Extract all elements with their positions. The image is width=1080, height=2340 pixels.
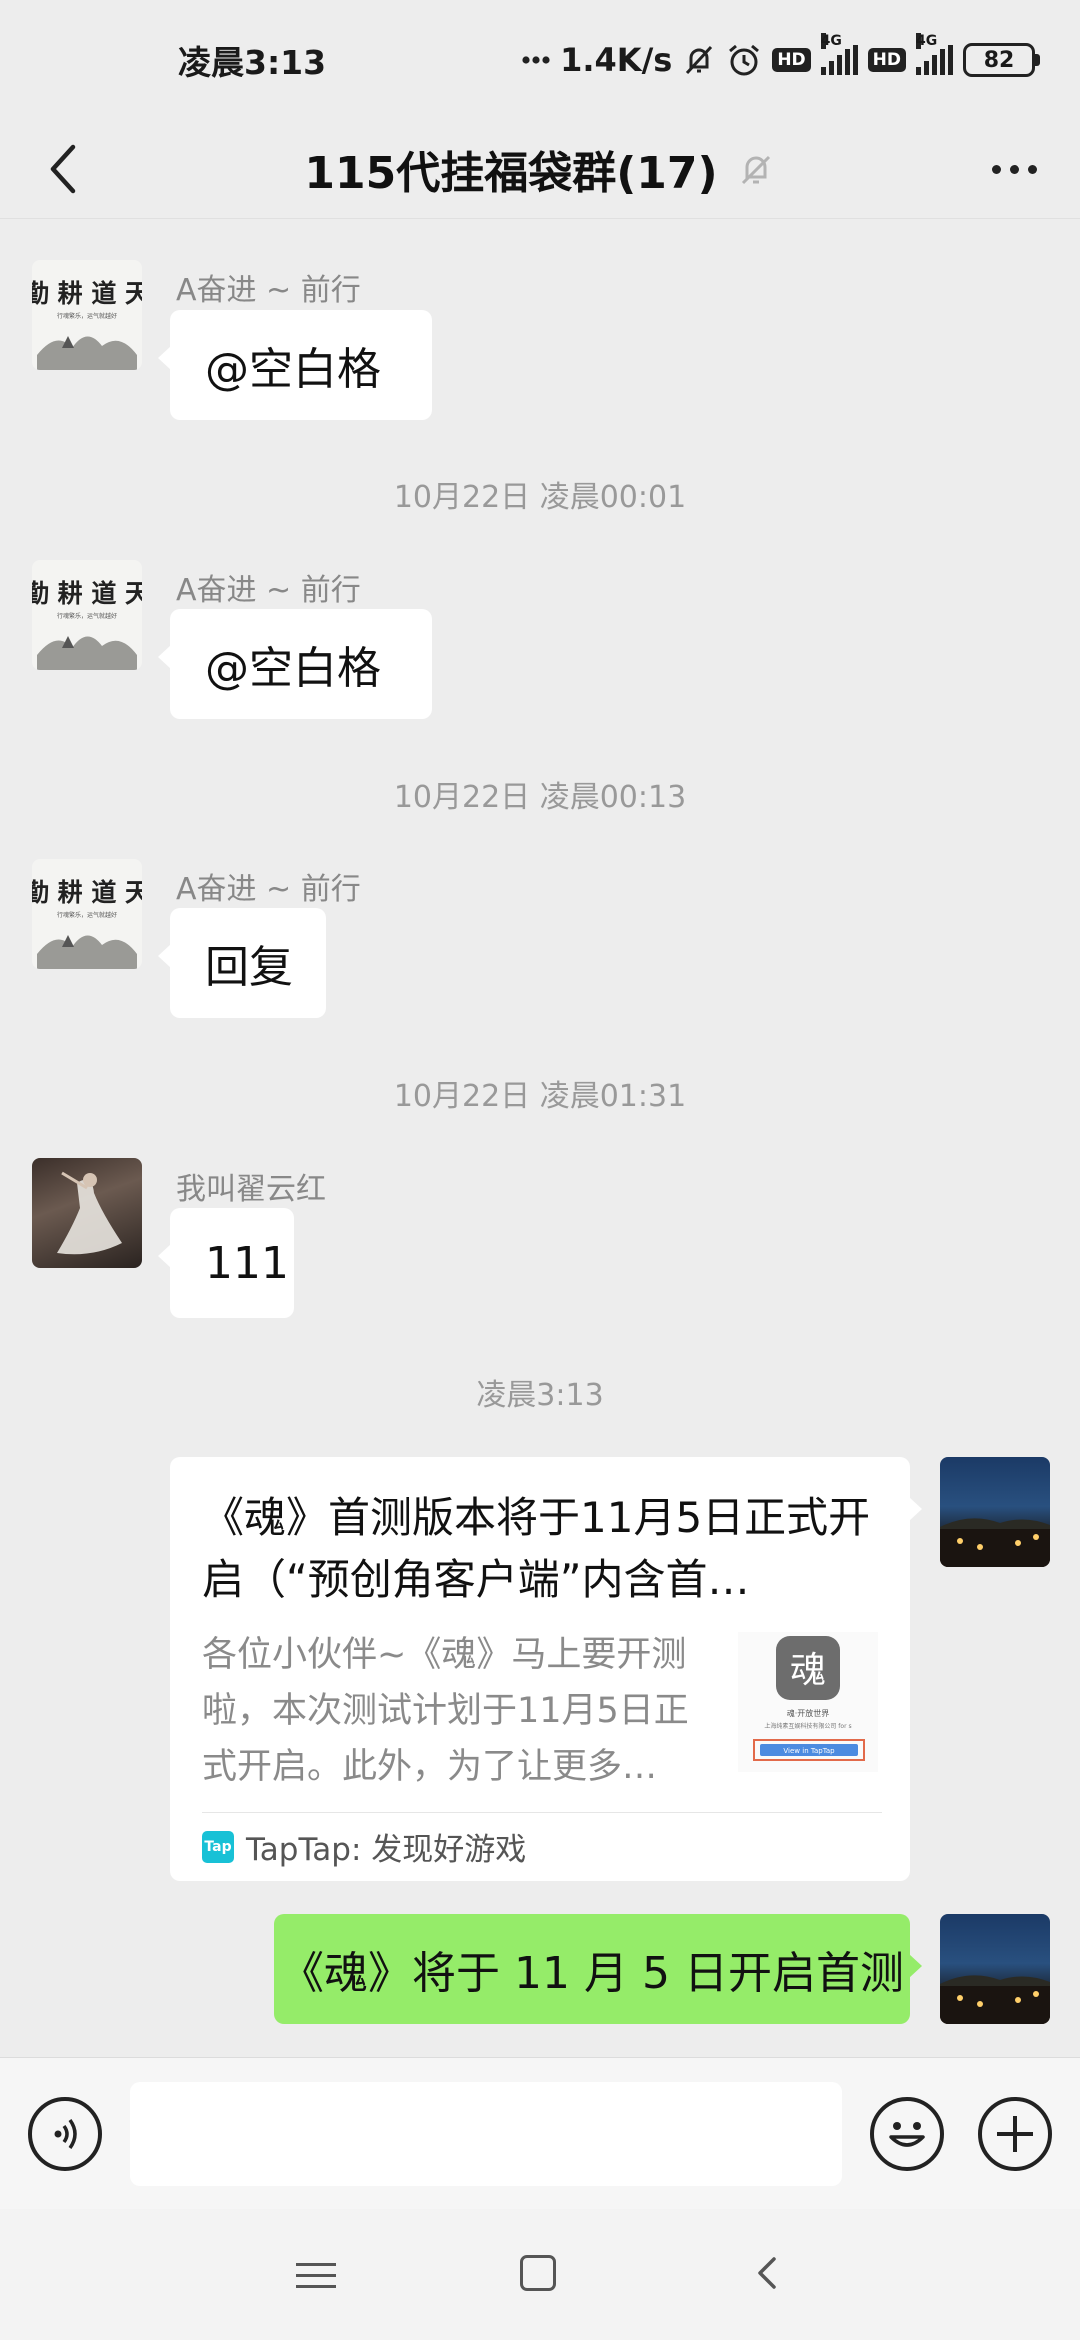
more-dots-icon — [991, 164, 1001, 174]
link-card-description: 各位小伙伴~《魂》马上要开测啦，本次测试计划于11月5日正式开启。此外，为了让更… — [202, 1635, 689, 1787]
more-notifications-icon — [522, 55, 550, 65]
message-bubble[interactable]: @空白格 — [158, 609, 432, 719]
status-bar: 凌晨3:13 1.4K/s HD 4G HD 4G 82 — [0, 0, 1080, 120]
plus-button[interactable] — [978, 2097, 1052, 2171]
hd-badge-1: HD — [772, 48, 811, 72]
menu-icon[interactable] — [296, 2255, 336, 2295]
system-nav-bar — [0, 2209, 1080, 2340]
message-bubble[interactable]: 回复 — [158, 908, 326, 1018]
outgoing-message-bubble[interactable]: 《魂》将于 11 月 5 日开启首测 — [274, 1914, 922, 2024]
thumbnail-line2: 上海纯素互娱科技有限公司 for s — [764, 1722, 851, 1730]
chat-header: 115代挂福袋群(17) — [0, 120, 1080, 218]
battery-level: 82 — [963, 43, 1035, 77]
link-card-thumbnail: 魂 魂·开放世界 上海纯素互娱科技有限公司 for s View in TapT… — [738, 1632, 878, 1772]
signal-icon-1: 4G — [820, 33, 858, 75]
avatar-calligraphy: 勤 耕 道 天 — [32, 279, 142, 308]
avatar-a-fenjin[interactable]: 勤 耕 道 天 行魂繁乐，运气就越好 — [32, 260, 142, 370]
back-arrow-icon — [50, 144, 76, 194]
thumbnail-button: View in TapTap — [783, 1747, 835, 1755]
my-avatar[interactable] — [940, 1914, 1050, 2024]
avatar-calligraphy: 勤 耕 道 天 — [32, 878, 142, 907]
timestamp: 10月22日 凌晨00:01 — [393, 480, 687, 515]
my-avatar[interactable] — [940, 1457, 1050, 1567]
thumbnail-logo-char: 魂 — [790, 1650, 826, 1691]
network-type-2: 4G — [916, 33, 938, 49]
mute-icon — [682, 43, 716, 77]
avatar-calligraphy-sub: 行魂繁乐，运气就越好 — [57, 312, 117, 320]
signal-icon-2: 4G — [916, 33, 953, 75]
hd-badge-2: HD — [867, 48, 906, 72]
more-button[interactable] — [974, 134, 1054, 204]
avatar-calligraphy: 勤 耕 道 天 — [32, 579, 142, 608]
status-icons: 1.4K/s HD 4G HD 4G 82 — [522, 33, 1040, 79]
timestamp: 凌晨3:13 — [476, 1378, 604, 1413]
network-speed: 1.4K/s — [560, 41, 673, 79]
shared-link-card[interactable]: 《魂》首测版本将于11月5日正式开启（“预创角客户端”内含首… 各位小伙伴~《魂… — [170, 1457, 922, 1881]
sender-name: A奋进 ~ 前行 — [176, 872, 361, 907]
alarm-icon — [726, 42, 762, 78]
avatar-a-fenjin[interactable]: 勤 耕 道 天 行魂繁乐，运气就越好 — [32, 560, 142, 670]
mute-bell-icon — [741, 155, 770, 185]
plus-icon — [997, 2116, 1033, 2152]
message-input[interactable] — [130, 2082, 842, 2186]
message-bubble[interactable]: 111 — [158, 1208, 294, 1318]
chat-title: 115代挂福袋群(17) — [304, 148, 718, 199]
thumbnail-line1: 魂·开放世界 — [787, 1708, 830, 1718]
link-card-title: 《魂》首测版本将于11月5日正式开启（“预创角客户端”内含首… — [202, 1493, 871, 1604]
timestamp: 10月22日 凌晨00:13 — [393, 780, 687, 815]
emoji-button[interactable] — [870, 2097, 944, 2171]
voice-button[interactable] — [28, 2097, 102, 2171]
link-card-source-name: TapTap: 发现好游戏 — [246, 1832, 527, 1868]
back-button[interactable] — [28, 134, 98, 204]
sender-name: A奋进 ~ 前行 — [176, 273, 361, 308]
taptap-logo-icon: Tap — [202, 1830, 234, 1863]
avatar-a-fenjin[interactable]: 勤 耕 道 天 行魂繁乐，运气就越好 — [32, 859, 142, 969]
status-time: 凌晨3:13 — [178, 43, 327, 82]
emoji-icon — [889, 2122, 925, 2147]
sender-name: 我叫翟云红 — [176, 1172, 326, 1207]
back-icon[interactable] — [748, 2253, 788, 2293]
link-card-divider — [202, 1812, 882, 1813]
header-divider — [0, 218, 1080, 219]
voice-icon — [54, 2118, 77, 2150]
avatar-calligraphy-sub: 行魂繁乐，运气就越好 — [57, 612, 117, 620]
avatar-zhai-yunhong[interactable] — [32, 1158, 142, 1268]
avatar-calligraphy-sub: 行魂繁乐，运气就越好 — [57, 911, 117, 919]
link-card-source: Tap TapTap: 发现好游戏 — [202, 1824, 526, 1869]
home-icon[interactable] — [520, 2255, 556, 2291]
network-type-1: 4G — [820, 33, 842, 49]
chat-input-bar — [0, 2057, 1080, 2209]
message-bubble[interactable]: @空白格 — [158, 310, 432, 420]
battery-icon: 82 — [963, 43, 1040, 77]
timestamp: 10月22日 凌晨01:31 — [393, 1079, 687, 1114]
sender-name: A奋进 ~ 前行 — [176, 573, 361, 608]
